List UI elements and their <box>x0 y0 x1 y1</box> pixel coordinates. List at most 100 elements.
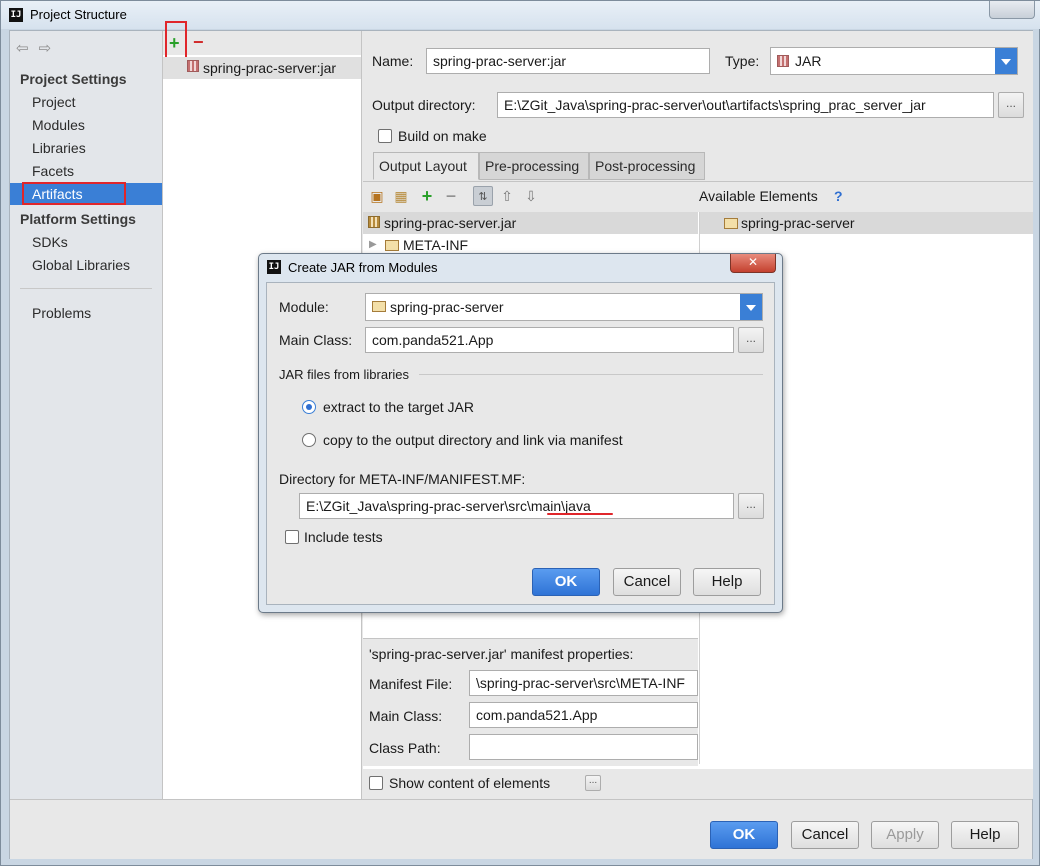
create-jar-dialog-title: Create JAR from Modules <box>288 260 438 275</box>
ok-button[interactable]: OK <box>710 821 778 849</box>
sidebar-item-modules[interactable]: Modules <box>10 114 162 136</box>
move-up-icon[interactable]: ⇧ <box>499 188 515 204</box>
available-module-row[interactable]: spring-prac-server <box>700 212 1033 234</box>
sidebar-item-global-libraries[interactable]: Global Libraries <box>10 254 162 276</box>
cancel-button[interactable]: Cancel <box>791 821 859 849</box>
output-directory-input[interactable]: E:\ZGit_Java\spring-prac-server\out\arti… <box>497 92 994 118</box>
artifact-type-value: JAR <box>795 53 822 69</box>
manifest-class-path-input[interactable] <box>469 734 698 760</box>
title-bar: IJ Project Structure <box>1 1 1040 29</box>
extract-radio[interactable] <box>302 400 316 414</box>
build-on-make-label: Build on make <box>398 128 487 144</box>
tab-post-processing[interactable]: Post-processing <box>589 152 705 180</box>
help-question-icon[interactable]: ? <box>834 188 843 204</box>
back-forward-icons[interactable]: ⇦⇨ <box>16 39 61 57</box>
manifest-file-label: Manifest File: <box>369 676 453 692</box>
browse-manifest-dir-button[interactable]: ... <box>738 493 764 519</box>
browse-main-class-button[interactable]: ... <box>738 327 764 353</box>
module-folder-icon <box>724 218 738 229</box>
sidebar-item-libraries[interactable]: Libraries <box>10 137 162 159</box>
artifact-list-item-label: spring-prac-server:jar <box>203 60 337 76</box>
manifest-class-path-label: Class Path: <box>369 740 441 756</box>
available-module-label: spring-prac-server <box>741 215 855 231</box>
main-class-label: Main Class: <box>279 332 353 348</box>
module-icon <box>372 301 386 312</box>
manifest-file-input[interactable]: \spring-prac-server\src\META-INF <box>469 670 698 696</box>
window-title: Project Structure <box>30 7 127 22</box>
include-tests-label: Include tests <box>304 529 383 545</box>
show-content-label: Show content of elements <box>389 775 551 791</box>
artifact-list-item[interactable]: spring-prac-server:jar <box>163 57 361 79</box>
archive-icon <box>368 216 380 228</box>
jar-files-separator <box>419 374 763 375</box>
chevron-down-icon[interactable] <box>995 48 1017 74</box>
tab-pre-processing[interactable]: Pre-processing <box>479 152 589 180</box>
intellij-dialog-icon: IJ <box>267 260 281 274</box>
module-select-value: spring-prac-server <box>390 299 504 315</box>
dialog-cancel-button[interactable]: Cancel <box>613 568 681 596</box>
tree-meta-inf-label: META-INF <box>403 237 469 253</box>
project-structure-window: IJ Project Structure ⇦⇨ Project Settings… <box>0 0 1040 866</box>
dialog-footer: OK Cancel Apply Help <box>10 799 1032 859</box>
module-label: Module: <box>279 299 329 315</box>
manifest-main-class-label: Main Class: <box>369 708 443 724</box>
output-directory-label: Output directory: <box>372 97 476 113</box>
tab-output-layout[interactable]: Output Layout <box>373 152 479 180</box>
close-icon[interactable]: ✕ <box>730 254 776 273</box>
tree-root-jar-label: spring-prac-server.jar <box>384 215 517 231</box>
settings-sidebar: ⇦⇨ Project Settings Project Modules Libr… <box>10 31 163 799</box>
move-down-icon[interactable]: ⇩ <box>523 188 539 204</box>
artifacts-toolbar: + − <box>163 31 361 55</box>
jar-type-icon <box>777 55 789 67</box>
jar-icon <box>187 60 199 72</box>
sidebar-divider <box>20 288 152 289</box>
help-button[interactable]: Help <box>951 821 1019 849</box>
extract-radio-label: extract to the target JAR <box>323 399 474 415</box>
artifact-type-select[interactable]: JAR <box>770 47 1018 75</box>
project-settings-heading: Project Settings <box>20 71 127 87</box>
browse-output-directory-button[interactable]: ... <box>998 92 1024 118</box>
remove-artifact-icon[interactable]: − <box>193 32 204 53</box>
manifest-dir-input[interactable]: E:\ZGit_Java\spring-prac-server\src\main… <box>299 493 734 519</box>
sidebar-item-sdks[interactable]: SDKs <box>10 231 162 253</box>
window-close-button[interactable] <box>989 1 1035 19</box>
folder-icon <box>385 240 399 251</box>
chevron-down-icon[interactable] <box>740 294 762 320</box>
sidebar-item-facets[interactable]: Facets <box>10 160 162 182</box>
name-label: Name: <box>372 53 414 69</box>
new-directory-icon[interactable]: ▣ <box>369 188 385 204</box>
tree-root-jar[interactable]: spring-prac-server.jar <box>363 212 698 234</box>
create-jar-dialog: IJ Create JAR from Modules ✕ Module: spr… <box>258 253 783 613</box>
manifest-dir-label: Directory for META-INF/MANIFEST.MF: <box>279 471 526 487</box>
show-content-options-button[interactable]: ... <box>585 775 601 791</box>
sidebar-item-project[interactable]: Project <box>10 91 162 113</box>
show-content-checkbox[interactable] <box>369 776 383 790</box>
create-jar-dialog-body: Module: spring-prac-server Main Class: c… <box>266 282 775 605</box>
dialog-help-button[interactable]: Help <box>693 568 761 596</box>
jar-files-heading: JAR files from libraries <box>279 367 410 382</box>
annotation-underline <box>547 513 613 515</box>
manifest-properties-panel: 'spring-prac-server.jar' manifest proper… <box>363 638 698 766</box>
sidebar-item-problems[interactable]: Problems <box>10 302 162 324</box>
copy-radio[interactable] <box>302 433 316 447</box>
platform-settings-heading: Platform Settings <box>20 211 136 227</box>
add-element-icon[interactable]: + <box>419 187 435 205</box>
manifest-heading: 'spring-prac-server.jar' manifest proper… <box>369 646 634 662</box>
available-elements-label: Available Elements <box>699 188 818 204</box>
apply-button[interactable]: Apply <box>871 821 939 849</box>
main-class-input[interactable]: com.panda521.App <box>365 327 734 353</box>
output-layout-toolbar: ▣ ▦ + − ⇅ ⇧ ⇩ Available Elements ? <box>363 182 1033 212</box>
create-jar-dialog-title-bar: IJ Create JAR from Modules ✕ <box>259 254 782 282</box>
artifact-name-input[interactable]: spring-prac-server:jar <box>426 48 710 74</box>
build-on-make-checkbox[interactable] <box>378 129 392 143</box>
copy-radio-label: copy to the output directory and link vi… <box>323 432 623 448</box>
manifest-main-class-input[interactable]: com.panda521.App <box>469 702 698 728</box>
include-tests-checkbox[interactable] <box>285 530 299 544</box>
dialog-ok-button[interactable]: OK <box>532 568 600 596</box>
sort-elements-icon[interactable]: ⇅ <box>473 186 493 206</box>
remove-element-icon[interactable]: − <box>443 187 459 205</box>
artifacts-highlight-box <box>22 182 126 205</box>
intellij-app-icon: IJ <box>9 8 23 22</box>
create-archive-icon[interactable]: ▦ <box>393 188 409 204</box>
module-select[interactable]: spring-prac-server <box>365 293 763 321</box>
